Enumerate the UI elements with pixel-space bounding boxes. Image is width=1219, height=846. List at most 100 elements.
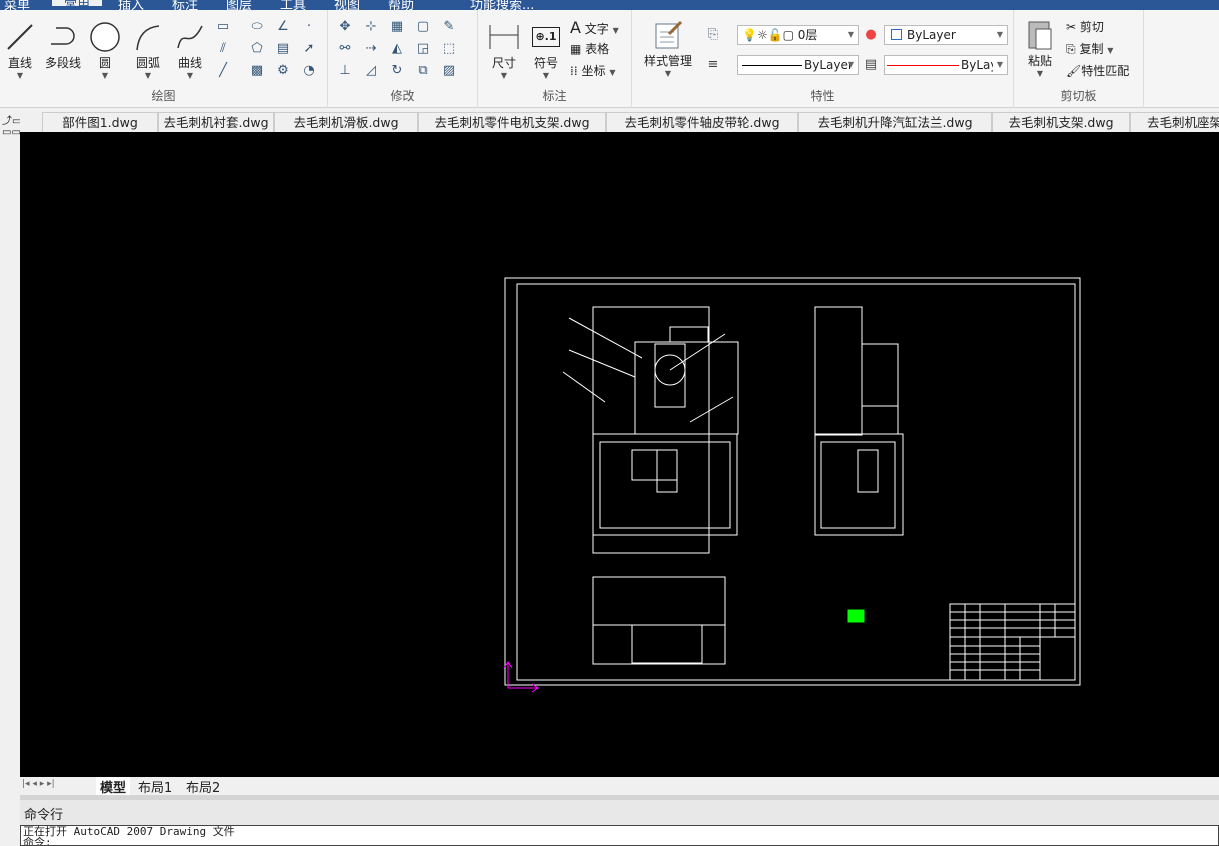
- menu-bar: 菜单 常用 插入 标注 图层 工具 视图 帮助 功能搜索...: [0, 0, 1219, 10]
- spline-button[interactable]: 曲线 ▼: [170, 20, 210, 80]
- front-view: [562, 306, 739, 554]
- menu-tab[interactable]: 工具: [280, 0, 306, 10]
- layout-tab[interactable]: 布局2: [186, 777, 220, 796]
- lineweight-preview: [887, 65, 959, 66]
- extend-icon[interactable]: ⇢: [362, 40, 380, 58]
- copy-icon: ⎘: [1066, 42, 1076, 56]
- file-tabs: 部件图1.dwg 去毛刺机衬套.dwg 去毛刺机滑板.dwg 去毛刺机零件电机支…: [20, 110, 1219, 132]
- paste-icon: [1022, 18, 1058, 52]
- lineweight-icon[interactable]: ≡: [704, 56, 722, 74]
- array-icon[interactable]: ▦: [388, 18, 406, 36]
- trim-icon[interactable]: ⊹: [362, 18, 380, 36]
- menu-tab[interactable]: 插入: [118, 0, 144, 10]
- sheet-border: [504, 277, 1081, 686]
- ribbon: 直线 ▼ 多段线 圆 ▼ 圆弧 ▼ 曲线 ▼ ▭ ⬭ ∠ · ⫽ ⬠ ▤ ➚ ╱ ▩ ⚙…: [0, 10, 1219, 108]
- inner-frame: [516, 283, 1076, 681]
- move-icon[interactable]: ✥: [336, 18, 354, 36]
- region-icon[interactable]: ⬠: [248, 40, 266, 58]
- arc-button[interactable]: 圆弧 ▼: [128, 20, 168, 80]
- dimension-icon: [484, 20, 524, 54]
- lineweight-select[interactable]: ByLayer▼: [884, 55, 1008, 75]
- style-manager-button[interactable]: 样式管理 ▼: [638, 18, 698, 78]
- layout-nav-arrows[interactable]: |◂ ◂ ▸ ▸|: [22, 779, 55, 789]
- file-tab[interactable]: 去毛刺机滑板.dwg: [274, 112, 418, 132]
- layer-select[interactable]: 💡☼🔓▢ 0层 ▼: [737, 25, 859, 45]
- layout-tab-model[interactable]: 模型: [96, 777, 131, 796]
- menu-tab[interactable]: 菜单: [4, 0, 30, 10]
- block-icon[interactable]: ▤: [274, 40, 292, 58]
- annotate-group: 尺寸 ▼ ⊕.1 符号 ▼ A 文字 ▼ ▦ 表格 ⁞⁞ 坐标 ▼ 标注: [478, 10, 632, 108]
- symbol-button[interactable]: ⊕.1 符号 ▼: [528, 20, 564, 80]
- color-select[interactable]: ByLayer ▼: [884, 25, 1008, 45]
- file-tab[interactable]: 部件图1.dwg: [42, 112, 158, 132]
- hatch-icon[interactable]: ▩: [248, 62, 266, 80]
- copy-button[interactable]: ⎘ 复制 ▼: [1066, 40, 1113, 57]
- clipboard-group: 粘贴 ▼ ✂ 剪切 ⎘ 复制 ▼ 🖌特性匹配 剪切板: [1014, 10, 1144, 108]
- drawing-sheet: [503, 277, 1081, 693]
- side-view: [814, 306, 904, 536]
- match-properties-button[interactable]: 🖌特性匹配: [1066, 62, 1129, 79]
- top-view: [592, 576, 726, 665]
- feature-search[interactable]: 功能搜索...: [470, 0, 534, 10]
- scissors-icon: ✂: [1066, 20, 1077, 34]
- stretch-icon[interactable]: ▢: [414, 18, 432, 36]
- layout-tab[interactable]: 布局1: [138, 777, 172, 796]
- menu-tab[interactable]: 视图: [334, 0, 360, 10]
- file-tab[interactable]: 去毛刺机衬套.dwg: [158, 112, 274, 132]
- point-icon[interactable]: ·: [300, 18, 318, 36]
- mirror-icon[interactable]: ◭: [388, 40, 406, 58]
- cut-button[interactable]: ✂ 剪切: [1066, 18, 1104, 35]
- explode-icon[interactable]: ⬚: [440, 40, 458, 58]
- file-tab[interactable]: 去毛刺机座架: [1130, 112, 1219, 132]
- draw-group: 直线 ▼ 多段线 圆 ▼ 圆弧 ▼ 曲线 ▼ ▭ ⬭ ∠ · ⫽ ⬠ ▤ ➚ ╱ ▩ ⚙…: [0, 10, 328, 108]
- linetype-select[interactable]: ByLayer ▼: [737, 55, 859, 75]
- arrow-icon[interactable]: ➚: [300, 40, 318, 58]
- gear-icon[interactable]: ⚙: [274, 62, 292, 80]
- polyline-button[interactable]: 多段线: [40, 20, 86, 71]
- brush-icon: 🖌: [1066, 64, 1082, 78]
- line-icon: [2, 20, 38, 54]
- spline-icon: [170, 20, 210, 54]
- linetype-icon[interactable]: ▤: [862, 56, 880, 74]
- modify-group: ✥ ⊹ ▦ ▢ ✎ ⚯ ⇢ ◭ ◲ ⬚ ⊥ ◿ ↻ ⧉ ▨ 修改: [328, 10, 478, 108]
- scale-icon[interactable]: ◲: [414, 40, 432, 58]
- command-line[interactable]: 正在打开 AutoCAD 2007 Drawing 文件 命令:: [20, 825, 1219, 846]
- left-toolbar: ⤴▭ ▭▭: [0, 110, 21, 846]
- ucs-icon: [503, 661, 539, 693]
- ellipse-icon[interactable]: ⬭: [248, 18, 266, 36]
- ray-icon[interactable]: ╱: [214, 62, 232, 80]
- file-tab[interactable]: 去毛刺机零件电机支架.dwg: [418, 112, 606, 132]
- menu-tab[interactable]: 帮助: [388, 0, 414, 10]
- circle-button[interactable]: 圆 ▼: [88, 20, 122, 80]
- file-tab[interactable]: 去毛刺机升降汽缸法兰.dwg: [798, 112, 992, 132]
- menu-tab[interactable]: 图层: [226, 0, 252, 10]
- construction-icon[interactable]: ∠: [274, 18, 292, 36]
- title-block: [949, 603, 1076, 681]
- text-button[interactable]: A 文字 ▼: [570, 18, 619, 37]
- menu-tab[interactable]: 标注: [172, 0, 198, 10]
- line-button[interactable]: 直线 ▼: [2, 20, 38, 80]
- dimension-button[interactable]: 尺寸 ▼: [484, 20, 524, 80]
- file-tab[interactable]: 去毛刺机零件轴皮带轮.dwg: [606, 112, 798, 132]
- rotate-icon[interactable]: ↻: [388, 62, 406, 80]
- rectangle-icon[interactable]: ▭: [214, 18, 232, 36]
- wipeout-icon[interactable]: ◔: [300, 62, 318, 80]
- coordinate-button[interactable]: ⁞⁞ 坐标 ▼: [570, 62, 615, 79]
- edit-hatch-icon[interactable]: ▨: [440, 62, 458, 80]
- table-button[interactable]: ▦ 表格: [570, 40, 609, 57]
- copy-object-icon[interactable]: ⚯: [336, 40, 354, 58]
- table-icon: ▦: [570, 42, 582, 56]
- tool-palette-icon[interactable]: ⤴▭ ▭▭: [0, 110, 21, 144]
- color-wheel-icon[interactable]: ●: [862, 26, 880, 44]
- multiline-icon[interactable]: ⫽: [214, 40, 232, 58]
- arc-icon: [128, 20, 168, 54]
- layer-state-icon[interactable]: ⎘: [704, 26, 722, 44]
- menu-tab-active[interactable]: 常用: [52, 0, 103, 10]
- offset-icon[interactable]: ⊥: [336, 62, 354, 80]
- file-tab[interactable]: 去毛刺机支架.dwg: [992, 112, 1130, 132]
- 3d-icon[interactable]: ⧉: [414, 62, 432, 80]
- paste-button[interactable]: 粘贴 ▼: [1022, 18, 1058, 78]
- drawing-canvas[interactable]: [20, 132, 1219, 777]
- erase-icon[interactable]: ✎: [440, 18, 458, 36]
- chamfer-icon[interactable]: ◿: [362, 62, 380, 80]
